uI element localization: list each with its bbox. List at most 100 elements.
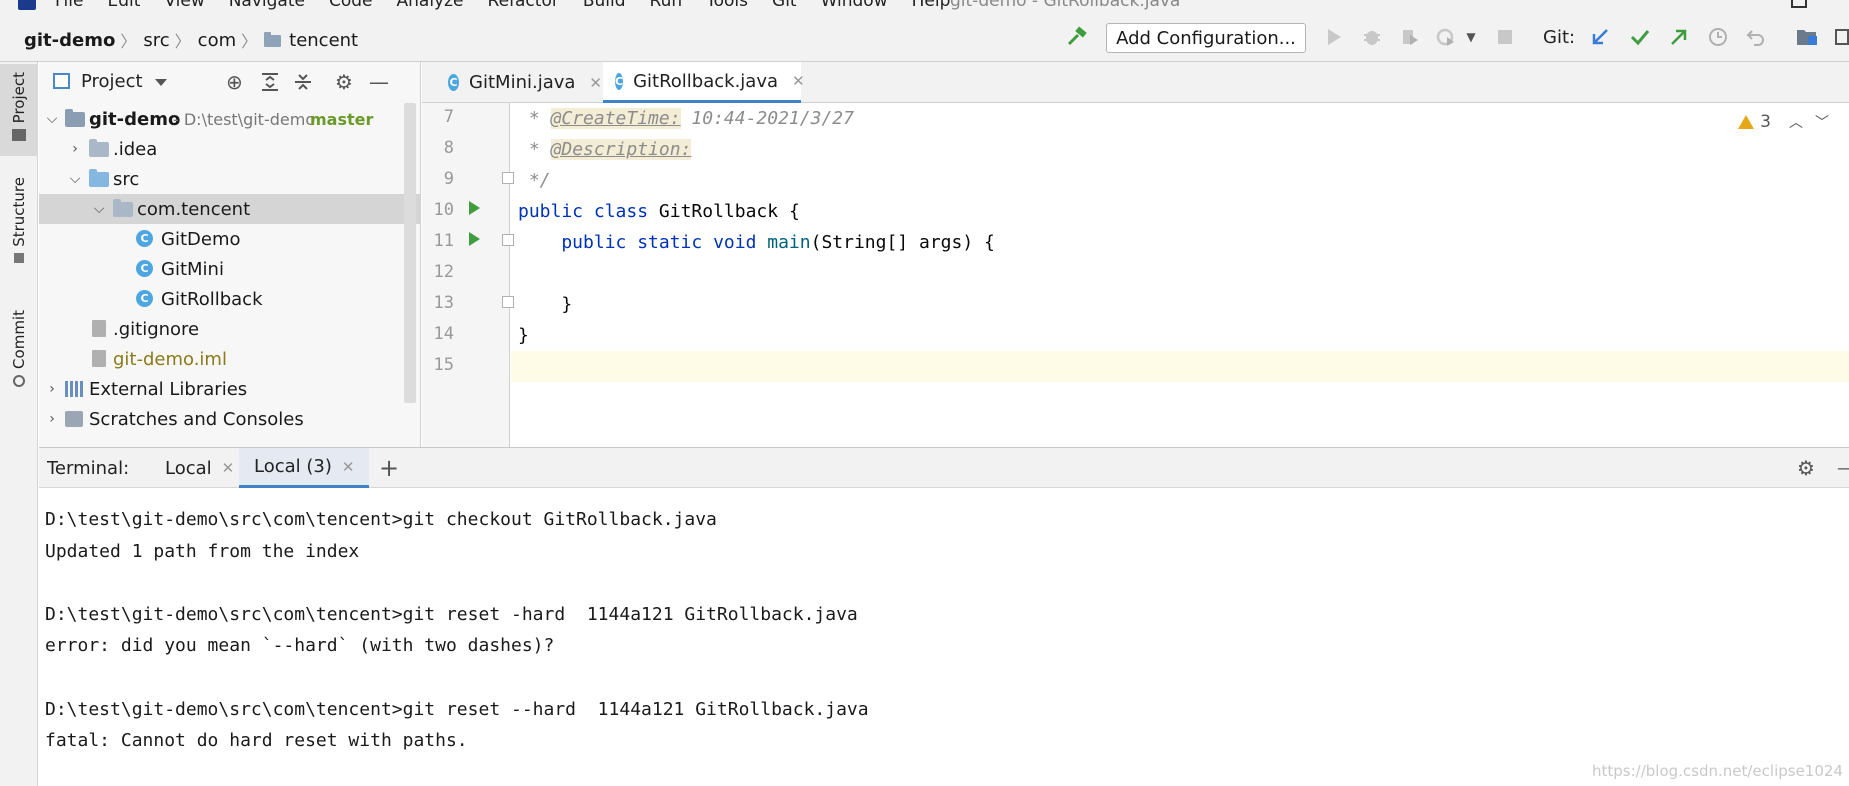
locate-target-icon[interactable]: ⊕ (226, 72, 243, 92)
menu-items: File Edit View Navigate Code Analyze Ref… (55, 0, 974, 11)
hide-minimize-icon[interactable]: — (369, 72, 389, 92)
editor-tab-gitmini[interactable]: C GitMini.java ✕ (434, 62, 602, 103)
module-folder-icon (65, 109, 85, 127)
gear-icon[interactable]: ⚙ (1797, 448, 1815, 488)
java-runnable-class-icon: C (136, 290, 153, 307)
terminal-tab-label: Local (3) (254, 456, 332, 477)
menu-git[interactable]: Git (772, 0, 797, 11)
git-commit-check-icon[interactable] (1628, 24, 1652, 50)
search-everywhere-icon[interactable] (1834, 24, 1849, 50)
new-terminal-plus-icon[interactable]: + (379, 448, 399, 488)
chevron-right-icon[interactable]: › (45, 381, 59, 397)
menu-tools[interactable]: Tools (706, 0, 748, 11)
chevron-down-icon[interactable]: ⌵ (45, 111, 59, 127)
tree-item-com-tencent[interactable]: ⌵ com.tencent (39, 194, 420, 224)
chevron-down-icon[interactable] (155, 79, 167, 86)
menu-code[interactable]: Code (329, 0, 373, 11)
rollback-undo-icon[interactable] (1744, 24, 1768, 50)
warning-count: 3 (1760, 112, 1771, 132)
chevron-down-icon[interactable]: ⌵ (68, 171, 82, 187)
menu-view[interactable]: View (164, 0, 204, 11)
tree-item-gitmini[interactable]: C GitMini (39, 254, 420, 284)
tree-item-label: git-demo.iml (113, 348, 227, 370)
tree-item-gitignore[interactable]: .gitignore (39, 314, 420, 344)
collapse-all-icon[interactable] (294, 72, 312, 95)
line-number: 13 (433, 293, 454, 313)
editor-tab-bar: C GitMini.java ✕ C GitRollback.java ✕ (422, 62, 1849, 103)
menu-help[interactable]: Help (912, 0, 951, 11)
tree-item-external-libraries[interactable]: › External Libraries (39, 374, 420, 404)
warning-triangle-icon (1738, 115, 1755, 129)
close-icon[interactable]: ✕ (589, 74, 602, 92)
code-line-7: * @CreateTime: 10:44-2021/3/27 (518, 103, 854, 134)
profiler-icon[interactable] (1434, 24, 1458, 50)
debug-bug-icon[interactable] (1360, 24, 1384, 50)
run-gutter-icon[interactable] (469, 232, 480, 246)
menu-bar: File Edit View Navigate Code Analyze Ref… (0, 0, 1849, 14)
terminal-tab-local[interactable]: Local ✕ (155, 448, 244, 488)
tree-item-label: .idea (113, 138, 158, 160)
menu-edit[interactable]: Edit (107, 0, 140, 11)
navigation-bar: git-demo 〉 src 〉 com 〉 tencent Add Confi… (0, 14, 1849, 62)
fold-marker-icon[interactable] (502, 172, 514, 184)
terminal-output[interactable]: D:\test\git-demo\src\com\tencent>git che… (45, 504, 869, 757)
tree-item-root[interactable]: ⌵ git-demo - D:\test\git-demo master (39, 104, 420, 134)
tree-item-iml[interactable]: git-demo.iml (39, 344, 420, 374)
fold-marker-icon[interactable] (502, 296, 514, 308)
hide-minimize-icon[interactable]: — (1837, 448, 1849, 488)
inspection-widget[interactable]: 3 ︿ ﹀ (1738, 112, 1829, 132)
expand-all-icon[interactable] (261, 72, 279, 95)
close-icon[interactable]: ✕ (792, 72, 805, 90)
close-icon[interactable]: ✕ (342, 458, 355, 476)
code-comment: */ (518, 170, 551, 191)
tree-item-idea[interactable]: › .idea (39, 134, 420, 164)
menu-analyze[interactable]: Analyze (397, 0, 464, 11)
structure-icon (14, 252, 24, 263)
tree-item-gitrollback[interactable]: C GitRollback (39, 284, 420, 314)
coverage-icon[interactable] (1398, 24, 1422, 50)
chevron-up-icon[interactable]: ︿ (1789, 112, 1803, 132)
gear-icon[interactable]: ⚙ (335, 72, 353, 92)
close-icon[interactable]: ✕ (222, 459, 235, 477)
stripe-tab-project[interactable]: Project (0, 64, 38, 156)
editor-tab-gitrollback[interactable]: C GitRollback.java ✕ (603, 62, 805, 103)
git-toolbar-label: Git: (1543, 27, 1576, 48)
stripe-tab-commit[interactable]: Commit (0, 310, 38, 405)
menu-run[interactable]: Run (650, 0, 683, 11)
git-update-arrow-icon[interactable] (1588, 24, 1612, 50)
chevron-down-icon[interactable]: ▼ (1463, 24, 1479, 50)
run-icon[interactable] (1322, 24, 1346, 50)
project-structure-icon[interactable] (1794, 24, 1820, 50)
add-configuration-button[interactable]: Add Configuration... (1106, 23, 1306, 53)
tree-item-gitdemo[interactable]: C GitDemo (39, 224, 420, 254)
code-text: } (518, 325, 529, 346)
menu-build[interactable]: Build (583, 0, 626, 11)
code-line-8: * @Description: (518, 134, 692, 165)
menu-window[interactable]: Window (821, 0, 888, 11)
project-scrollbar[interactable] (404, 103, 416, 403)
project-panel-title[interactable]: Project (81, 71, 143, 92)
code-area[interactable]: * @CreateTime: 10:44-2021/3/27 * @Descri… (511, 103, 1849, 447)
menu-navigate[interactable]: Navigate (229, 0, 305, 11)
git-push-arrow-icon[interactable] (1667, 24, 1691, 50)
chevron-right-icon[interactable]: › (68, 141, 82, 157)
build-hammer-icon[interactable] (1064, 24, 1090, 50)
run-gutter-icon[interactable] (469, 201, 480, 215)
tree-item-label: GitRollback (161, 288, 263, 310)
java-class-icon: C (136, 230, 153, 247)
stripe-tab-structure[interactable]: Structure (0, 177, 38, 287)
menu-file[interactable]: File (55, 0, 83, 11)
terminal-tab-local-3[interactable]: Local (3) ✕ (239, 448, 370, 488)
intellij-logo-icon (18, 0, 36, 10)
fold-marker-icon[interactable] (502, 234, 514, 246)
window-restore-button[interactable] (1791, 0, 1807, 8)
tree-item-src[interactable]: ⌵ src (39, 164, 420, 194)
stop-icon[interactable] (1494, 24, 1516, 50)
chevron-down-icon[interactable]: ﹀ (1815, 112, 1829, 132)
code-line-15-current (511, 351, 1849, 382)
chevron-down-icon[interactable]: ⌵ (92, 201, 106, 217)
tree-item-scratches[interactable]: › Scratches and Consoles (39, 404, 420, 434)
chevron-right-icon[interactable]: › (45, 411, 59, 427)
history-clock-icon[interactable] (1706, 24, 1730, 50)
menu-refactor[interactable]: Refactor (488, 0, 559, 11)
